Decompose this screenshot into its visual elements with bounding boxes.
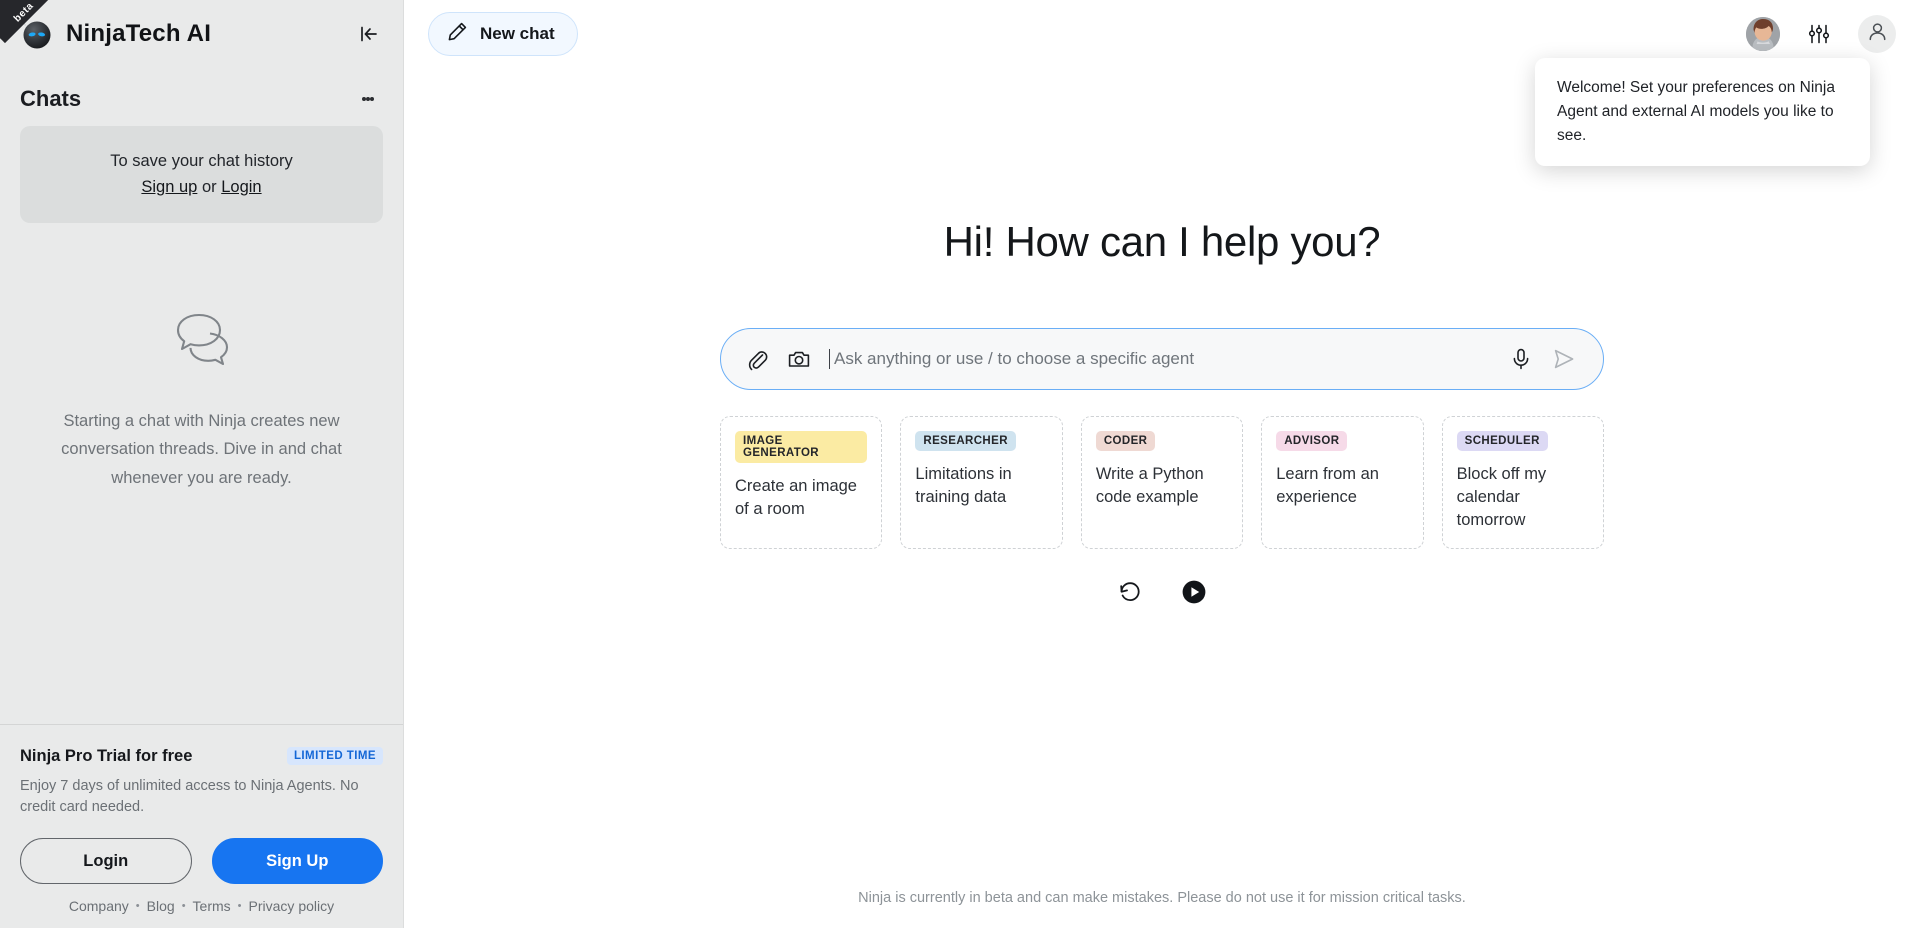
- page-title: Hi! How can I help you?: [944, 218, 1381, 266]
- sidebar: beta: [0, 0, 404, 928]
- chats-section-header: Chats: [0, 68, 403, 126]
- ninja-head-icon: [18, 16, 54, 52]
- welcome-tooltip: Welcome! Set your preferences on Ninja A…: [1535, 58, 1870, 166]
- app-root: beta: [0, 0, 1920, 928]
- suggestion-card[interactable]: ADVISOR Learn from an experience: [1261, 416, 1423, 549]
- paperclip-icon[interactable]: [745, 347, 769, 371]
- suggestion-actions: [1117, 579, 1207, 605]
- suggestion-cards: IMAGE GENERATOR Create an image of a roo…: [720, 416, 1604, 549]
- send-arrow-icon[interactable]: [1551, 346, 1577, 372]
- camera-icon[interactable]: [787, 347, 811, 371]
- beta-disclaimer: Ninja is currently in beta and can make …: [404, 890, 1920, 906]
- more-options-icon[interactable]: [355, 86, 381, 112]
- limited-time-badge: LIMITED TIME: [287, 747, 383, 765]
- chats-title: Chats: [20, 86, 81, 112]
- chat-input[interactable]: [834, 349, 1491, 369]
- suggestion-card[interactable]: SCHEDULER Block off my calendar tomorrow: [1442, 416, 1604, 549]
- brand-name: NinjaTech AI: [66, 20, 341, 48]
- footer-link-privacy[interactable]: Privacy policy: [249, 898, 335, 914]
- card-text: Limitations in training data: [915, 463, 1047, 509]
- suggestion-card[interactable]: CODER Write a Python code example: [1081, 416, 1243, 549]
- chat-bubbles-icon: [169, 311, 235, 367]
- chats-empty-text: Starting a chat with Ninja creates new c…: [57, 407, 347, 492]
- pro-trial-promo: Ninja Pro Trial for free LIMITED TIME En…: [0, 724, 403, 928]
- card-text: Learn from an experience: [1276, 463, 1408, 509]
- sidebar-login-link[interactable]: Login: [221, 178, 261, 196]
- card-text: Create an image of a room: [735, 475, 867, 521]
- play-icon[interactable]: [1181, 579, 1207, 605]
- suggestion-card[interactable]: IMAGE GENERATOR Create an image of a roo…: [720, 416, 882, 549]
- card-badge: CODER: [1096, 431, 1156, 451]
- footer-sep-1: •: [136, 900, 140, 912]
- sidebar-signup-link[interactable]: Sign up: [141, 178, 197, 196]
- save-history-or: or: [202, 178, 217, 196]
- collapse-panel-icon[interactable]: [353, 19, 383, 49]
- message-composer[interactable]: [720, 328, 1604, 390]
- card-text: Block off my calendar tomorrow: [1457, 463, 1589, 532]
- card-badge: SCHEDULER: [1457, 431, 1548, 451]
- refresh-suggestions-icon[interactable]: [1117, 579, 1143, 605]
- signup-button[interactable]: Sign Up: [212, 838, 384, 884]
- suggestion-card[interactable]: RESEARCHER Limitations in training data: [900, 416, 1062, 549]
- footer-link-terms[interactable]: Terms: [193, 898, 231, 914]
- card-badge: ADVISOR: [1276, 431, 1347, 451]
- footer-sep-2: •: [182, 900, 186, 912]
- main-area: New chat: [404, 0, 1920, 928]
- chats-empty-state: Starting a chat with Ninja creates new c…: [0, 223, 403, 724]
- card-badge: IMAGE GENERATOR: [735, 431, 867, 463]
- save-history-box: To save your chat history Sign up or Log…: [20, 126, 383, 223]
- footer-links: Company • Blog • Terms • Privacy policy: [20, 898, 383, 914]
- footer-sep-3: •: [238, 900, 242, 912]
- text-caret: [829, 349, 830, 369]
- card-badge: RESEARCHER: [915, 431, 1016, 451]
- footer-link-company[interactable]: Company: [69, 898, 129, 914]
- promo-title: Ninja Pro Trial for free: [20, 747, 192, 766]
- promo-subtitle: Enjoy 7 days of unlimited access to Ninj…: [20, 776, 360, 818]
- login-button[interactable]: Login: [20, 838, 192, 884]
- welcome-tooltip-text: Welcome! Set your preferences on Ninja A…: [1557, 76, 1848, 148]
- card-text: Write a Python code example: [1096, 463, 1228, 509]
- save-history-text: To save your chat history: [34, 148, 369, 174]
- sidebar-header: NinjaTech AI: [0, 0, 403, 68]
- microphone-icon[interactable]: [1509, 347, 1533, 371]
- footer-link-blog[interactable]: Blog: [147, 898, 175, 914]
